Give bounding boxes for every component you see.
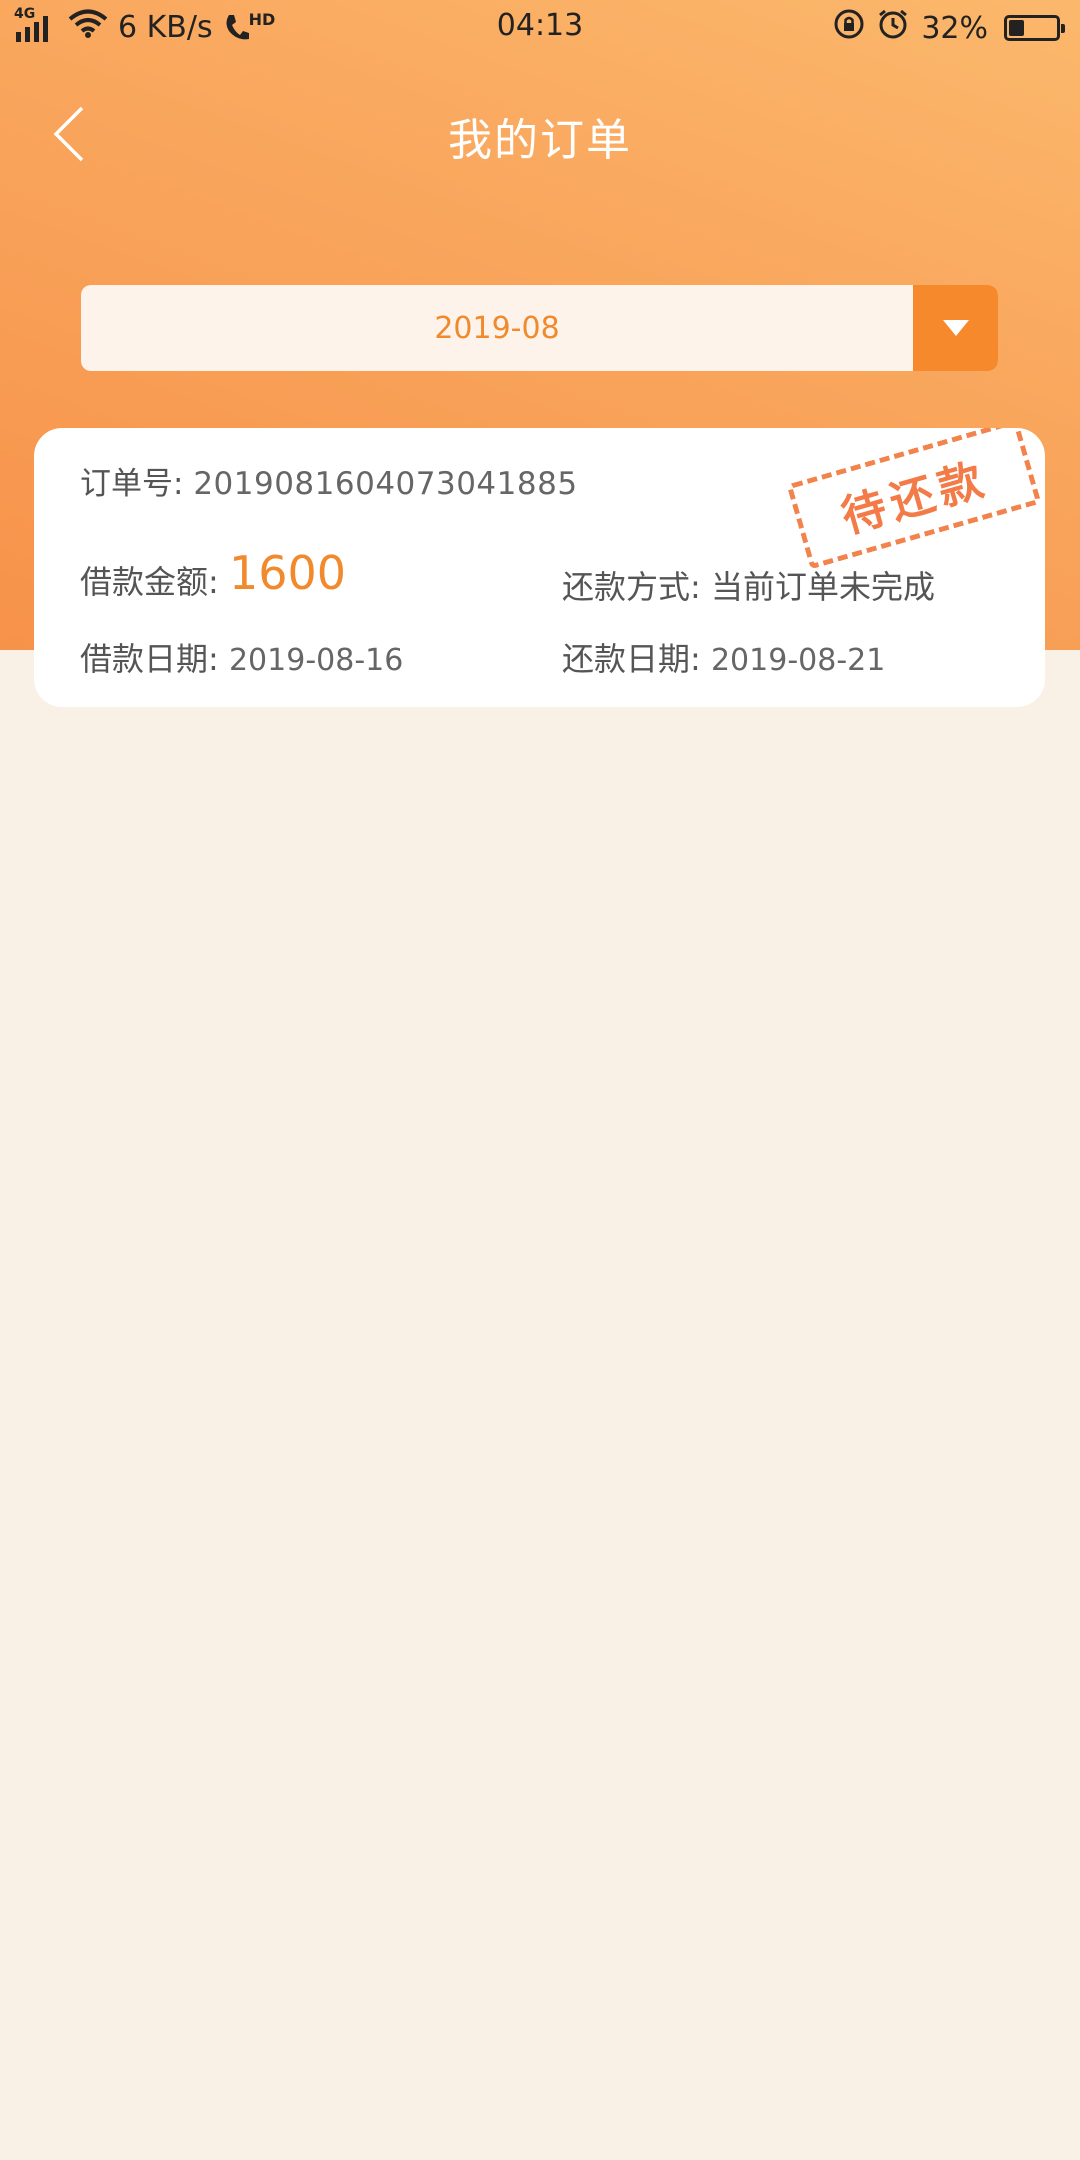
loan-date-label: 借款日期: — [80, 640, 219, 678]
status-stamp: 待还款 — [786, 428, 1042, 570]
order-number-value: 2019081604073041885 — [193, 466, 578, 502]
rotation-lock-icon — [833, 8, 865, 48]
month-select[interactable]: 2019-08 — [81, 285, 998, 371]
loan-amount-label: 借款金额: — [80, 563, 219, 601]
alarm-icon — [877, 8, 909, 48]
repay-method-value: 当前订单未完成 — [710, 568, 935, 606]
triangle-down-icon — [942, 320, 969, 336]
nav-bar: 我的订单 — [0, 90, 1080, 180]
order-card[interactable]: 订单号: 2019081604073041885 待还款 借款金额: 1600 … — [34, 428, 1045, 707]
page-title: 我的订单 — [448, 115, 632, 166]
battery-icon — [1004, 15, 1065, 41]
loan-amount-value: 1600 — [228, 546, 347, 600]
battery-level — [1009, 20, 1024, 36]
order-number-label: 订单号: — [80, 466, 184, 502]
repay-date-label: 还款日期: — [562, 640, 701, 678]
loan-date-value: 2019-08-16 — [228, 643, 404, 678]
battery-percent: 32% — [921, 10, 988, 46]
status-bar: 4G 6 KB/s HD 04:13 32% — [0, 0, 1080, 56]
repay-date-value: 2019-08-21 — [710, 643, 886, 678]
loan-amount-row: 借款金额: 1600 — [80, 546, 346, 604]
dropdown-button[interactable] — [913, 285, 998, 371]
order-number-row: 订单号: 2019081604073041885 — [80, 458, 578, 503]
repay-date-row: 还款日期: 2019-08-21 — [562, 634, 885, 680]
status-right: 32% — [833, 8, 1065, 48]
loan-date-row: 借款日期: 2019-08-16 — [80, 634, 403, 680]
month-value[interactable]: 2019-08 — [81, 285, 913, 371]
repay-method-row: 还款方式: 当前订单未完成 — [562, 562, 935, 608]
repay-method-label: 还款方式: — [562, 568, 701, 606]
